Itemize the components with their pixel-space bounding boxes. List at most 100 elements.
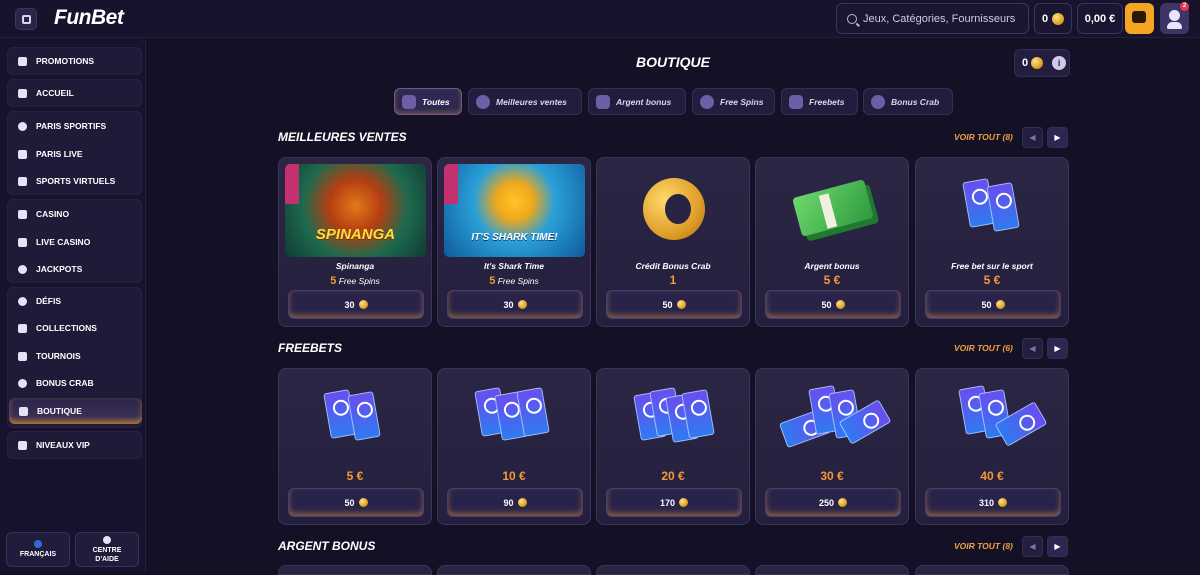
buy-button[interactable]: 170 [606, 488, 742, 517]
globe-icon [34, 540, 42, 548]
sidebar-item-paris-live[interactable]: Paris live [8, 141, 143, 167]
funbet-logo[interactable]: FunBet [54, 6, 124, 30]
see-all-link[interactable]: VOIR TOUT (6) [954, 343, 1013, 353]
buy-button[interactable]: 250 [765, 488, 901, 517]
sidebar-item-collections[interactable]: Collections [8, 315, 143, 341]
buy-button[interactable]: 50 [606, 290, 742, 319]
tab-freebets[interactable]: Freebets [781, 88, 858, 115]
sidebar-item-sports-virtuels[interactable]: Sports virtuels [8, 168, 143, 194]
buy-button[interactable]: 90 [447, 488, 583, 517]
help-icon [103, 535, 111, 544]
home-icon [18, 88, 27, 98]
tab-free-spins[interactable]: Free Spins [692, 88, 775, 115]
coin-icon [835, 300, 845, 309]
buy-button[interactable]: 30 [447, 290, 583, 319]
sidebar-group-promos: Promotions [7, 47, 142, 75]
soccer-ball-icon [18, 121, 27, 131]
product-card[interactable] [755, 565, 909, 575]
clover-icon [18, 264, 27, 274]
sidebar-item-niveaux-vip[interactable]: Niveaux VIP [8, 432, 143, 458]
buy-button[interactable]: 50 [925, 290, 1061, 319]
product-card[interactable] [437, 565, 591, 575]
freebet-card-20[interactable]: 20 € 170 [596, 368, 750, 525]
coin-balance[interactable]: 0 [1034, 3, 1072, 34]
sidebar-item-tournois[interactable]: Tournois [8, 343, 143, 369]
sidebar-item-casino[interactable]: Casino [8, 201, 143, 227]
sidebar-item-paris-sportifs[interactable]: Paris sportifs [8, 113, 143, 139]
coin-icon [517, 300, 527, 309]
product-card-argent-bonus[interactable]: Argent bonus 5 € 50 [755, 157, 909, 327]
all-icon [402, 94, 416, 109]
sidebar: Promotions Accueil Paris sportifs Paris … [0, 39, 146, 572]
freebet-card-40[interactable]: 40 € 310 [915, 368, 1069, 525]
help-center-button[interactable]: CENTRE D'AIDE [75, 532, 139, 567]
freebet-card-10[interactable]: 10 € 90 [437, 368, 591, 525]
sidebar-item-jackpots[interactable]: Jackpots [8, 256, 143, 282]
sidebar-group-features: Défis Collections Tournois Bonus Crab Bo… [7, 287, 142, 428]
search-icon [847, 13, 857, 24]
tab-argent-bonus[interactable]: Argent bonus [588, 88, 686, 115]
language-button[interactable]: FRANÇAIS [6, 532, 70, 567]
tab-bonus-crab[interactable]: Bonus Crab [863, 88, 953, 115]
gift-icon [18, 56, 27, 66]
coin-icon [358, 300, 368, 309]
section-title-freebets: FREEBETS [278, 341, 343, 355]
search-placeholder: Jeux, Catégories, Fournisseurs [863, 12, 1016, 25]
tab-meilleures-ventes[interactable]: Meilleures ventes [468, 88, 582, 115]
buy-button[interactable]: 50 [765, 290, 901, 319]
coin-icon [998, 498, 1008, 507]
deposit-button[interactable] [1125, 3, 1154, 34]
sidebar-group-home: Accueil [7, 79, 142, 107]
buy-button[interactable]: 50 [288, 488, 424, 517]
carousel-next-button[interactable]: ▶ [1047, 127, 1068, 148]
coin-icon [838, 498, 848, 507]
product-card-credit-bonus-crab[interactable]: Crédit Bonus Crab 1 50 [596, 157, 750, 327]
exclusive-badge [444, 164, 458, 204]
trophy-icon [18, 351, 27, 361]
freebet-ticket-icon [986, 182, 1020, 232]
sidebar-item-live-casino[interactable]: Live casino [8, 229, 143, 255]
cash-balance[interactable]: 0,00 € [1077, 3, 1123, 34]
tab-toutes[interactable]: Toutes [394, 88, 462, 115]
carousel-next-button[interactable]: ▶ [1047, 536, 1068, 557]
sidebar-group-casino: Casino Live casino Jackpots [7, 199, 142, 283]
shop-bag-icon [19, 406, 28, 416]
product-card[interactable] [915, 565, 1069, 575]
carousel-prev-button[interactable]: ◀ [1022, 338, 1043, 359]
product-card-free-bet-sport[interactable]: Free bet sur le sport 5 € 50 [915, 157, 1069, 327]
search-input[interactable]: Jeux, Catégories, Fournisseurs [836, 3, 1029, 34]
sidebar-item-accueil[interactable]: Accueil [8, 80, 143, 106]
carousel-prev-button[interactable]: ◀ [1022, 536, 1043, 557]
see-all-link[interactable]: VOIR TOUT (8) [954, 132, 1013, 142]
crab-icon [871, 94, 885, 109]
product-card[interactable] [596, 565, 750, 575]
coin-icon [676, 300, 686, 309]
buy-button[interactable]: 310 [925, 488, 1061, 517]
sidebar-item-promotions[interactable]: Promotions [8, 48, 143, 74]
gamepad-icon [18, 176, 27, 186]
carousel-prev-button[interactable]: ◀ [1022, 127, 1043, 148]
product-card[interactable] [278, 565, 432, 575]
see-all-link[interactable]: VOIR TOUT (8) [954, 541, 1013, 551]
product-card-its-shark-time[interactable]: IT'S SHARK TIME! It's Shark Time 5 Free … [437, 157, 591, 327]
coin-icon [1031, 57, 1044, 69]
product-card-spinanga[interactable]: SPINANGA Spinanga 5 Free Spins 30 [278, 157, 432, 327]
sidebar-item-boutique[interactable]: Boutique [9, 398, 142, 424]
coin-icon [517, 498, 527, 507]
cards-icon [18, 237, 27, 247]
info-icon[interactable]: i [1052, 56, 1067, 70]
sidebar-group-sports: Paris sportifs Paris live Sports virtuel… [7, 111, 142, 195]
cash-icon [596, 94, 610, 109]
sidebar-item-bonus-crab[interactable]: Bonus Crab [8, 370, 143, 396]
carousel-next-button[interactable]: ▶ [1047, 338, 1068, 359]
section-title-argent-bonus: ARGENT BONUS [278, 539, 376, 553]
sidebar-item-defis[interactable]: Défis [8, 288, 143, 314]
freebet-card-5[interactable]: 5 € 50 [278, 368, 432, 525]
cash-stack-icon [792, 179, 874, 237]
shop-coin-balance: 0 i [1014, 49, 1070, 77]
freebet-card-30[interactable]: 30 € 250 [755, 368, 909, 525]
sidebar-toggle-icon[interactable] [15, 8, 37, 30]
section-title-meilleures-ventes: MEILLEURES VENTES [278, 130, 407, 144]
collection-icon [18, 323, 27, 333]
buy-button[interactable]: 30 [288, 290, 424, 319]
